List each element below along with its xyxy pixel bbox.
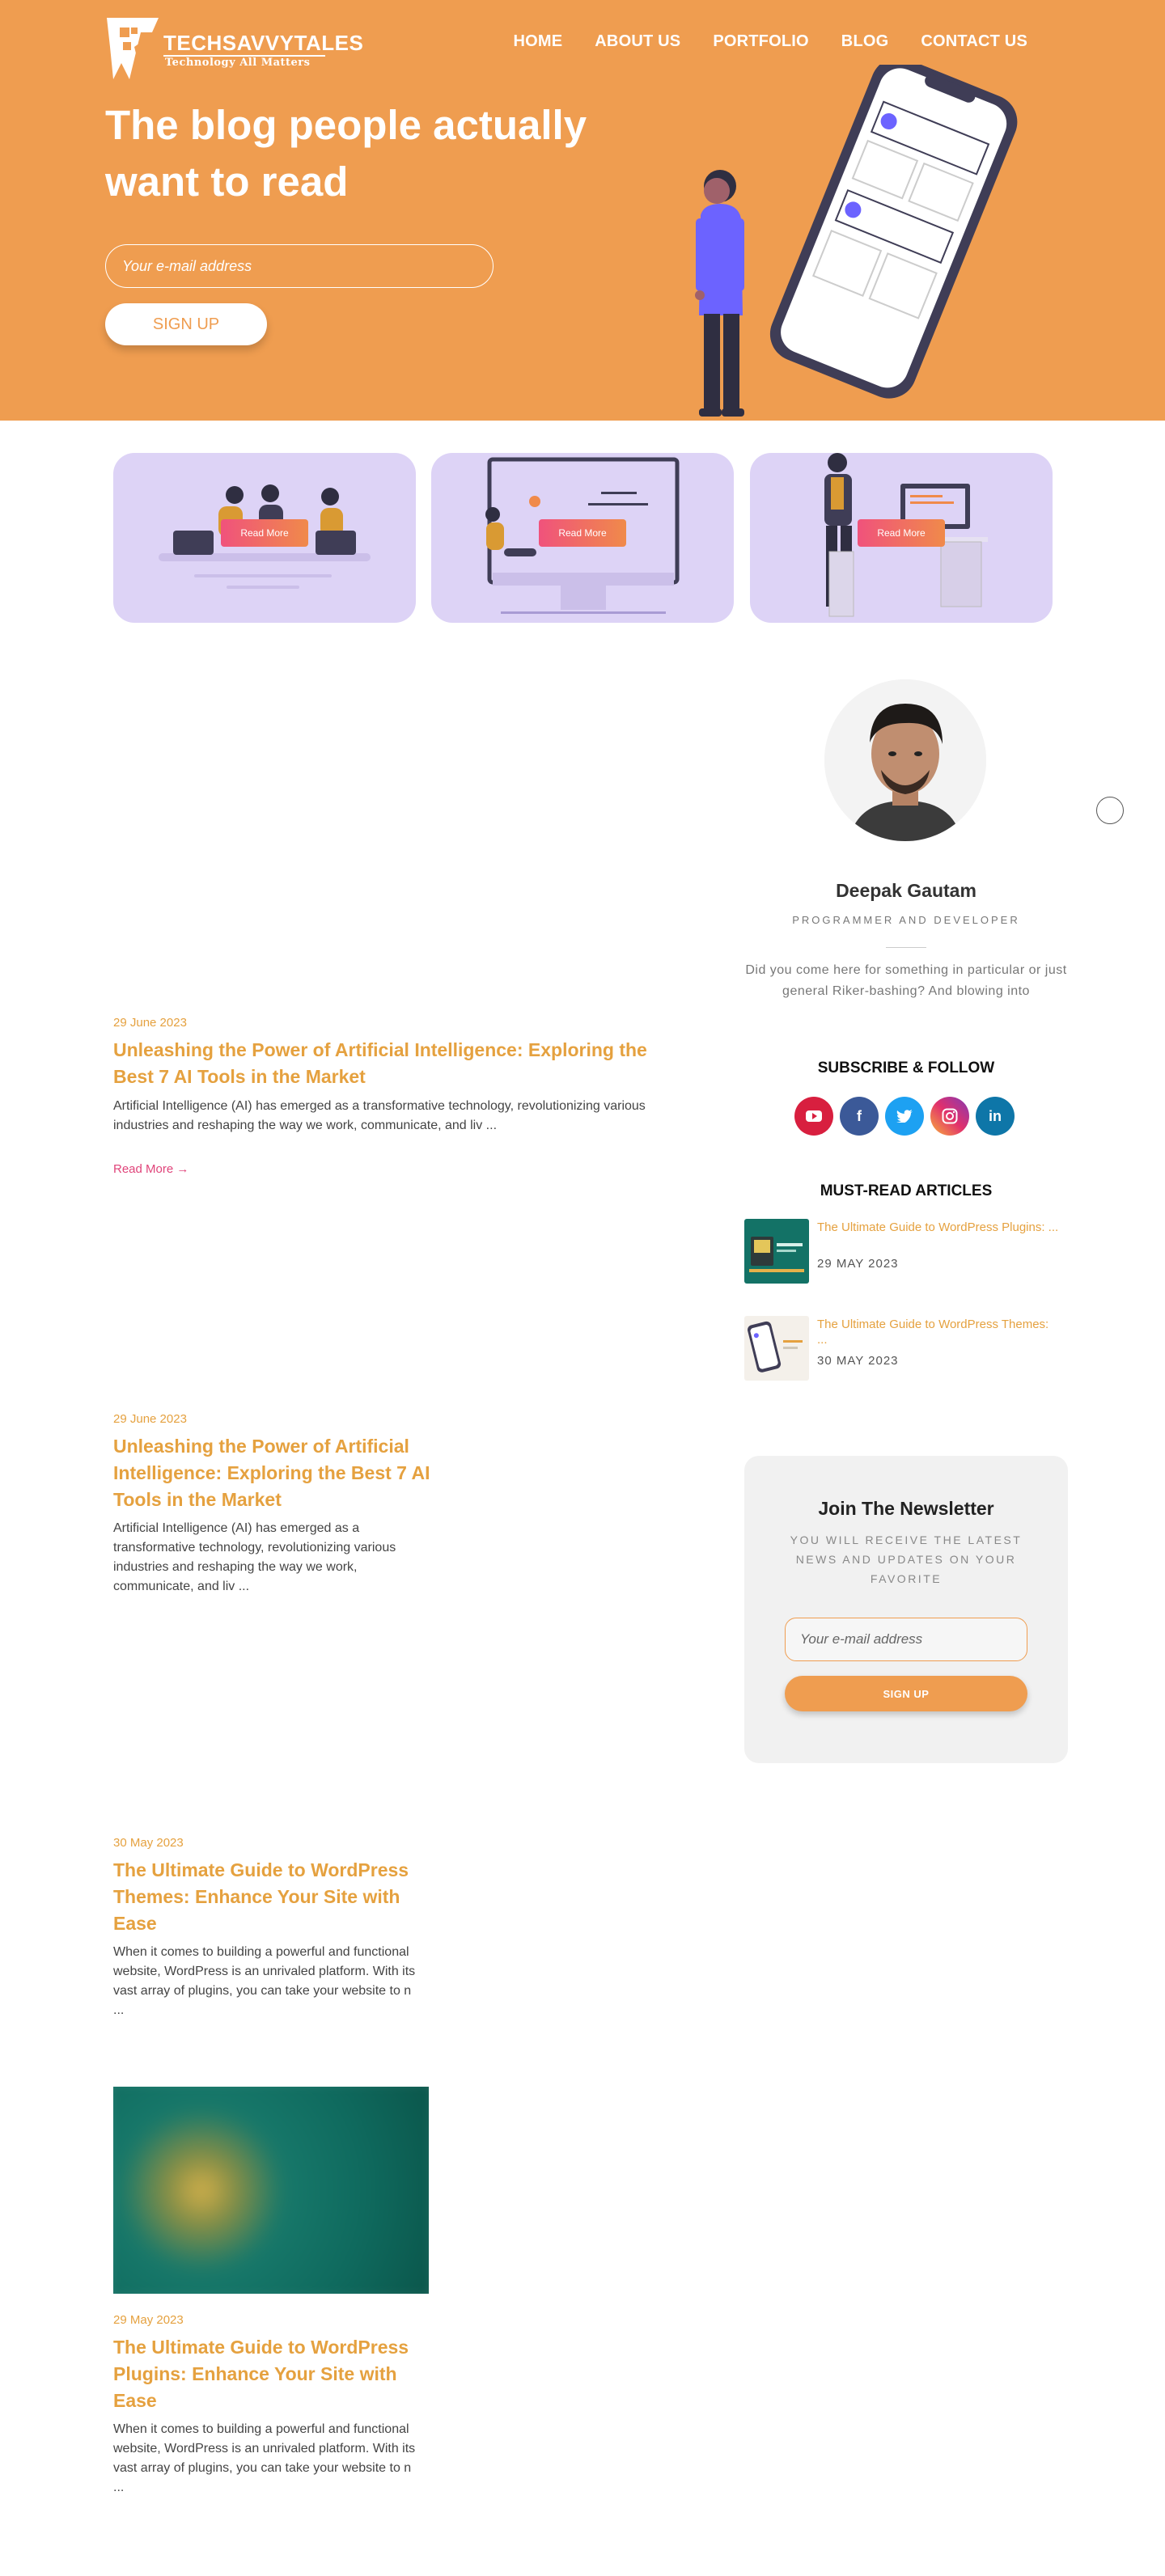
hero-phone-illustration [695,65,1018,417]
newsletter-subtitle: YOU WILL RECEIVE THE LATEST NEWS AND UPD… [790,1533,1023,1585]
post-date: 29 June 2023 [113,1016,187,1030]
must-read-title[interactable]: The Ultimate Guide to WordPress Plugins:… [817,1220,1060,1235]
post-date: 29 June 2023 [113,1412,187,1426]
newsletter-signup-button[interactable]: SIGN UP [785,1676,1027,1711]
divider [886,947,926,948]
hero-signup-button[interactable]: SIGN UP [105,303,267,345]
nav-item-portfolio[interactable]: PORTFOLIO [713,32,808,51]
newsletter-box: Join The Newsletter YOU WILL RECEIVE THE… [744,1456,1068,1763]
author-avatar [824,679,986,841]
author-bio: Did you come here for something in parti… [745,963,1067,998]
main-nav: HOME ABOUT US PORTFOLIO BLOG CONTACT US [513,32,1027,51]
facebook-icon[interactable]: f [840,1097,879,1136]
nav-item-about-us[interactable]: ABOUT US [595,32,680,51]
feature-card-desk[interactable]: Read More [750,453,1053,623]
post-date: 29 May 2023 [113,2313,184,2327]
card-read-more-button[interactable]: Read More [221,519,308,547]
card-read-more-button[interactable]: Read More [858,519,945,547]
post-excerpt: Artificial Intelligence (AI) has emerged… [113,1099,646,1132]
post-excerpt: Artificial Intelligence (AI) has emerged… [113,1521,396,1593]
logo-tagline: Technology All Matters [165,57,311,69]
author-name: Deepak Gautam [836,880,976,901]
newsletter-title: Join The Newsletter [818,1498,994,1519]
social-links: f in [794,1097,1015,1136]
hero-title: The blog people actually want to read [105,102,587,205]
nav-item-blog[interactable]: BLOG [841,32,889,51]
must-read-date: 29 MAY 2023 [817,1257,899,1271]
post-date: 30 May 2023 [113,1836,184,1850]
nav-item-home[interactable]: HOME [513,32,562,51]
subscribe-heading: SUBSCRIBE & FOLLOW [817,1060,995,1077]
author-role: PROGRAMMER AND DEVELOPER [792,914,1020,926]
instagram-icon[interactable] [930,1097,969,1136]
feature-card-team[interactable]: Read More [113,453,416,623]
post-title[interactable]: The Ultimate Guide to WordPress Plugins:… [113,2334,437,2414]
post-title[interactable]: Unleashing the Power of Artificial Intel… [113,1433,437,1513]
twitter-icon[interactable] [885,1097,924,1136]
post-thumbnail-image[interactable] [113,2087,429,2294]
feature-card-monitor[interactable]: Read More [431,453,734,623]
post-title[interactable]: Unleashing the Power of Artificial Intel… [113,1037,680,1090]
must-read-title[interactable]: The Ultimate Guide to WordPress Themes: … [817,1317,1060,1347]
scroll-to-top-button[interactable] [1096,797,1124,824]
newsletter-email-input[interactable] [785,1618,1027,1661]
must-read-thumbnail[interactable] [744,1219,809,1284]
post-title[interactable]: The Ultimate Guide to WordPress Themes: … [113,1857,437,1937]
site-logo[interactable]: TECHSAVVYTALES Technology All Matters [105,15,363,82]
linkedin-icon[interactable]: in [976,1097,1015,1136]
hero-section: TECHSAVVYTALES Technology All Matters HO… [0,0,1165,421]
post-excerpt: When it comes to building a powerful and… [113,2422,416,2494]
nav-item-contact-us[interactable]: CONTACT US [921,32,1027,51]
card-read-more-button[interactable]: Read More [539,519,626,547]
hero-email-input[interactable] [105,244,494,288]
youtube-icon[interactable] [794,1097,833,1136]
logo-name: TECHSAVVYTALES [163,31,364,55]
author-photo [824,679,986,841]
must-read-heading: MUST-READ ARTICLES [820,1182,993,1199]
read-more-link[interactable]: Read More → [113,1162,189,1176]
post-excerpt: When it comes to building a powerful and… [113,1945,416,2017]
must-read-date: 30 MAY 2023 [817,1354,899,1368]
logo-mark-icon [107,18,159,79]
must-read-thumbnail[interactable] [744,1316,809,1381]
